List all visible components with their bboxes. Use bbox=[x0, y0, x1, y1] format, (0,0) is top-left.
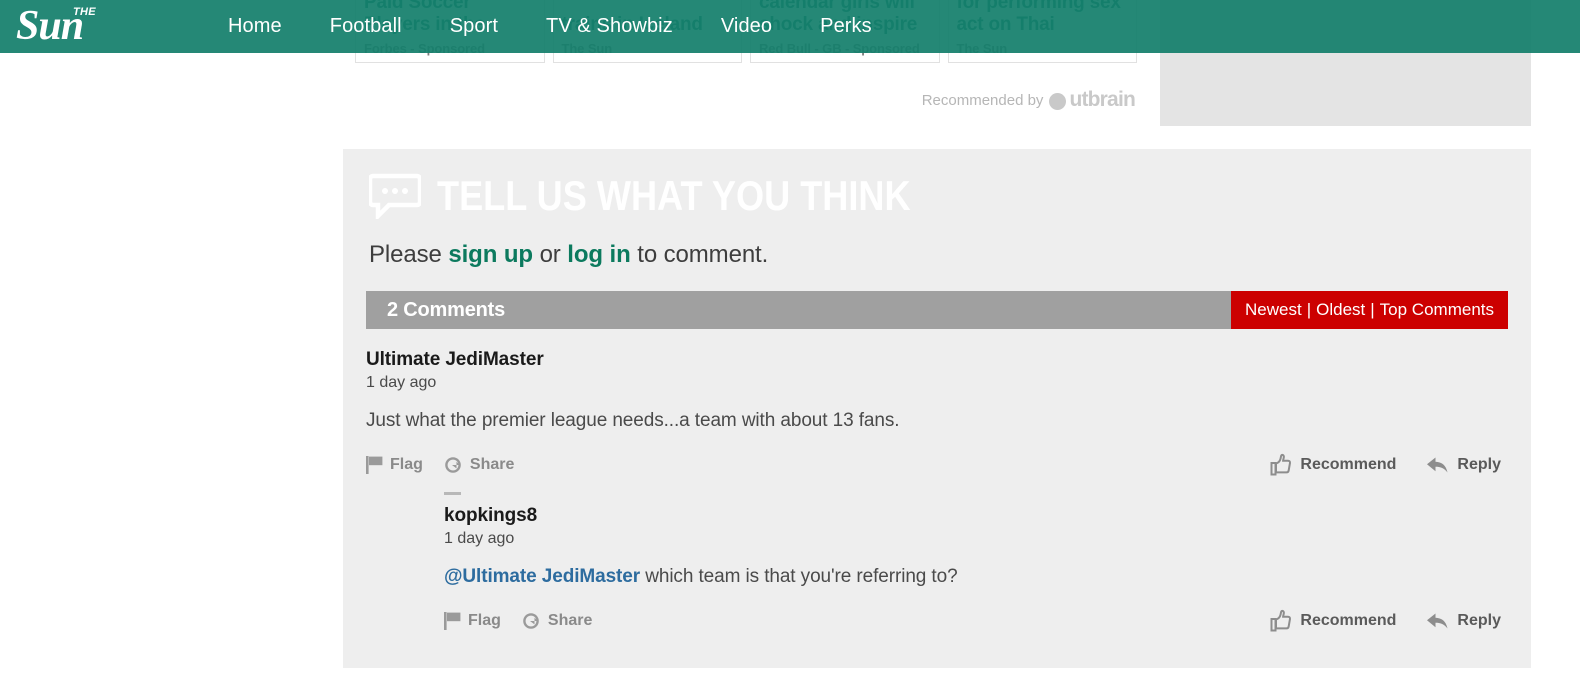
reply-button[interactable]: Reply bbox=[1426, 611, 1501, 631]
reply-arrow-icon bbox=[1426, 611, 1450, 631]
comment-timestamp: 1 day ago bbox=[444, 530, 515, 547]
share-button[interactable]: Share bbox=[523, 612, 592, 630]
share-label: Share bbox=[469, 456, 515, 473]
the-sun-logo[interactable]: Sun THE bbox=[16, 5, 124, 47]
collapse-thread-toggle[interactable] bbox=[444, 492, 461, 495]
comment-list: Ultimate JediMaster 1 day ago Just what … bbox=[366, 329, 1531, 634]
comment-author[interactable]: Ultimate JediMaster bbox=[366, 349, 1531, 371]
outbrain-credit[interactable]: Recommended by utbrain bbox=[900, 88, 1136, 112]
prompt-text-after: to comment. bbox=[637, 241, 769, 268]
prompt-text-before: Please bbox=[369, 241, 449, 268]
comment-actions: Flag Share Recommend Reply bbox=[366, 452, 1531, 478]
thumbs-up-icon bbox=[1269, 609, 1293, 633]
recommend-label: Recommend bbox=[1300, 456, 1397, 473]
comments-toolbar: 2 Comments Newest | Oldest | Top Comment… bbox=[366, 291, 1508, 329]
share-icon bbox=[445, 457, 463, 473]
main-navigation: Home Football Sport TV & Showbiz Video P… bbox=[204, 15, 896, 38]
reply-button[interactable]: Reply bbox=[1426, 455, 1501, 475]
logo-kicker: THE bbox=[73, 5, 96, 18]
nav-item-sport[interactable]: Sport bbox=[426, 15, 522, 38]
outbrain-brand-name: utbrain bbox=[1069, 88, 1135, 111]
nav-item-football[interactable]: Football bbox=[306, 15, 426, 38]
comment-body: Just what the premier league needs...a t… bbox=[366, 410, 900, 431]
page-root: Paid Soccer Players in the Forbes - Spon… bbox=[0, 0, 1580, 682]
recommend-button[interactable]: Recommend bbox=[1269, 609, 1396, 633]
share-button[interactable]: Share bbox=[445, 456, 514, 474]
prompt-text-middle: or bbox=[539, 241, 568, 268]
sign-up-link[interactable]: sign up bbox=[448, 241, 533, 268]
nav-item-perks[interactable]: Perks bbox=[796, 15, 896, 38]
sort-separator: | bbox=[1370, 300, 1375, 319]
thumbs-up-icon bbox=[1269, 453, 1293, 477]
comment-actions-right: Recommend Reply bbox=[1269, 609, 1531, 633]
recommend-button[interactable]: Recommend bbox=[1269, 453, 1396, 477]
comment-actions-left: Flag Share bbox=[366, 456, 514, 474]
comment-timestamp: 1 day ago bbox=[366, 374, 437, 391]
flag-icon bbox=[444, 612, 461, 630]
reply-label: Reply bbox=[1457, 612, 1501, 629]
flag-icon bbox=[366, 456, 383, 474]
comment-actions: Flag Share Recommend Reply bbox=[444, 608, 1531, 634]
sort-top-comments-link[interactable]: Top Comments bbox=[1380, 300, 1494, 320]
signup-prompt: Please sign up or log in to comment. bbox=[369, 241, 1531, 269]
comments-heading: TELL US WHAT YOU THINK bbox=[437, 172, 911, 219]
sort-newest-link[interactable]: Newest bbox=[1245, 300, 1302, 320]
nav-item-tv-showbiz[interactable]: TV & Showbiz bbox=[522, 15, 697, 38]
comment-author[interactable]: kopkings8 bbox=[444, 505, 1531, 527]
nav-item-video[interactable]: Video bbox=[697, 15, 796, 38]
reply-arrow-icon bbox=[1426, 455, 1450, 475]
comment-sort-controls: Newest | Oldest | Top Comments bbox=[1231, 291, 1508, 329]
speech-bubble-icon bbox=[367, 173, 423, 222]
comments-count-label: 2 Comments bbox=[387, 298, 506, 321]
comment-item: Ultimate JediMaster 1 day ago Just what … bbox=[366, 349, 1531, 478]
comment-actions-left: Flag Share bbox=[444, 612, 592, 630]
comments-panel: TELL US WHAT YOU THINK Please sign up or… bbox=[343, 149, 1531, 668]
share-icon bbox=[523, 613, 541, 629]
sort-separator: | bbox=[1306, 300, 1312, 319]
flag-label: Flag bbox=[468, 612, 501, 629]
recommend-label: Recommend bbox=[1300, 612, 1397, 629]
log-in-link[interactable]: log in bbox=[567, 241, 630, 268]
share-label: Share bbox=[547, 612, 593, 629]
comment-body-text: which team is that you're referring to? bbox=[640, 566, 958, 587]
comment-body: @Ultimate JediMaster which team is that … bbox=[444, 566, 1531, 588]
comment-reply-item: kopkings8 1 day ago @Ultimate JediMaster… bbox=[444, 478, 1531, 634]
comments-heading-row: TELL US WHAT YOU THINK bbox=[343, 149, 1531, 222]
sort-oldest-link[interactable]: Oldest bbox=[1316, 300, 1365, 320]
comment-actions-right: Recommend Reply bbox=[1269, 453, 1531, 477]
flag-button[interactable]: Flag bbox=[366, 456, 423, 474]
flag-button[interactable]: Flag bbox=[444, 612, 501, 630]
flag-label: Flag bbox=[390, 456, 423, 473]
site-header: Sun THE Home Football Sport TV & Showbiz… bbox=[0, 0, 1580, 53]
outbrain-logo-mark-icon bbox=[1049, 92, 1067, 110]
comment-mention-link[interactable]: @Ultimate JediMaster bbox=[444, 566, 640, 587]
outbrain-credit-text: Recommended by bbox=[921, 91, 1044, 109]
nav-item-home[interactable]: Home bbox=[204, 15, 306, 38]
reply-label: Reply bbox=[1457, 456, 1501, 473]
